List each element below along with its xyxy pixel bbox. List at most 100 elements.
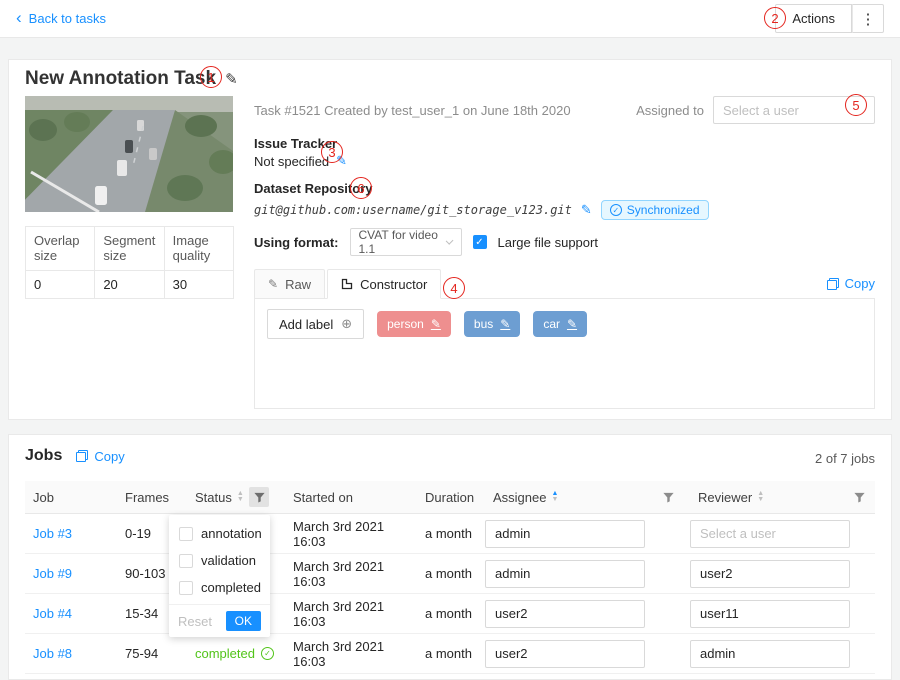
filter-option-validation[interactable]: validation bbox=[169, 547, 270, 574]
job-frames: 90-103 bbox=[125, 566, 165, 581]
task-params-table: Overlap size Segment size Image quality … bbox=[25, 226, 234, 299]
label-chip-bus[interactable]: bus ✎ bbox=[464, 311, 520, 337]
using-format-label: Using format: bbox=[254, 235, 339, 250]
edit-label-icon[interactable]: ✎ bbox=[431, 317, 441, 331]
issue-tracker-value: Not specified bbox=[254, 154, 329, 169]
reviewer-select[interactable] bbox=[690, 640, 850, 668]
job-status: completed bbox=[195, 646, 255, 661]
check-circle-icon: ✓ bbox=[610, 204, 622, 216]
repository-url[interactable]: git@github.com:username/git_storage_v123… bbox=[254, 203, 572, 217]
actions-more-button[interactable]: ⋮ bbox=[852, 4, 884, 33]
copy-jobs-link[interactable]: Copy bbox=[76, 449, 124, 464]
actions-button[interactable]: Actions bbox=[775, 4, 852, 33]
copy-labels-link[interactable]: Copy bbox=[827, 276, 875, 291]
issue-tracker-label: Issue Tracker bbox=[254, 136, 875, 151]
checkbox[interactable] bbox=[179, 527, 193, 541]
copy-jobs-label: Copy bbox=[94, 449, 124, 464]
jobs-count: 2 of 7 jobs bbox=[815, 451, 875, 466]
col-job: Job bbox=[25, 481, 117, 513]
large-file-label: Large file support bbox=[498, 235, 598, 250]
task-meta-text: Task #1521 Created by test_user_1 on Jun… bbox=[254, 103, 571, 118]
job-started: March 3rd 2021 16:03 bbox=[293, 559, 409, 589]
assigned-to-group: Assigned to bbox=[636, 96, 875, 124]
job-started: March 3rd 2021 16:03 bbox=[293, 639, 409, 669]
filter-reset-button[interactable]: Reset bbox=[178, 614, 212, 629]
col-duration: Duration bbox=[417, 481, 485, 513]
format-select-value: CVAT for video 1.1 bbox=[359, 228, 448, 256]
job-link[interactable]: Job #3 bbox=[33, 526, 72, 541]
sort-status-control[interactable]: ▲ ▼ bbox=[237, 491, 244, 503]
sort-down-icon: ▼ bbox=[551, 497, 558, 503]
label-chip-car[interactable]: car ✎ bbox=[533, 311, 587, 337]
param-value-segment: 20 bbox=[95, 271, 164, 299]
param-header-segment: Segment size bbox=[95, 227, 164, 271]
annotation-circle-2: 2 bbox=[764, 7, 786, 29]
filter-footer: Reset OK bbox=[169, 604, 270, 637]
assignee-select[interactable] bbox=[485, 520, 645, 548]
col-assignee: Assignee ▲ ▼ bbox=[485, 481, 690, 513]
sort-assignee-control[interactable]: ▲ ▼ bbox=[551, 491, 558, 503]
status-filter-dropdown: annotation validation completed Reset OK bbox=[169, 515, 270, 637]
label-name: bus bbox=[474, 317, 493, 331]
checkbox[interactable] bbox=[179, 554, 193, 568]
assignee-select[interactable] bbox=[485, 640, 645, 668]
task-preview-image bbox=[25, 96, 233, 212]
reviewer-select[interactable] bbox=[690, 560, 850, 588]
task-info-column: Task #1521 Created by test_user_1 on Jun… bbox=[254, 96, 875, 409]
sort-reviewer-control[interactable]: ▲ ▼ bbox=[757, 491, 764, 503]
table-row: Job #4 15-34 March 3rd 2021 16:03 a mont… bbox=[25, 594, 875, 634]
filter-ok-button[interactable]: OK bbox=[226, 611, 261, 631]
edit-title-icon[interactable]: ✎ bbox=[225, 70, 238, 88]
add-label-button[interactable]: Add label ⊕ bbox=[267, 309, 364, 339]
preview-art bbox=[25, 96, 233, 212]
col-reviewer: Reviewer ▲ ▼ bbox=[690, 481, 877, 513]
assignee-filter-icon[interactable] bbox=[658, 487, 678, 507]
job-link[interactable]: Job #8 bbox=[33, 646, 72, 661]
checkbox[interactable] bbox=[179, 581, 193, 595]
tab-constructor[interactable]: Constructor bbox=[327, 269, 441, 299]
table-row: Job #3 0-19 March 3rd 2021 16:03 a month bbox=[25, 514, 875, 554]
large-file-checkbox[interactable]: ✓ bbox=[473, 235, 487, 249]
dataset-repository-row: git@github.com:username/git_storage_v123… bbox=[254, 200, 875, 220]
copy-labels-label: Copy bbox=[845, 276, 875, 291]
reviewer-filter-icon[interactable] bbox=[849, 487, 869, 507]
assignee-select[interactable] bbox=[485, 600, 645, 628]
reviewer-select[interactable] bbox=[690, 600, 850, 628]
filter-option-label: completed bbox=[201, 580, 261, 595]
col-status: Status ▲ ▼ bbox=[187, 481, 285, 513]
issue-tracker-value-row: Not specified ✎ bbox=[254, 153, 875, 169]
label-name: car bbox=[543, 317, 560, 331]
tab-raw-label: Raw bbox=[285, 277, 311, 292]
table-row: Job #8 75-94 completed ✓ March 3rd 2021 … bbox=[25, 634, 875, 674]
format-row: Using format: CVAT for video 1.1 ✓ Large… bbox=[254, 228, 875, 256]
table-row: Job #9 90-103 March 3rd 2021 16:03 a mon… bbox=[25, 554, 875, 594]
assignee-select[interactable] bbox=[485, 560, 645, 588]
back-to-tasks-link[interactable]: ‹ Back to tasks bbox=[16, 11, 106, 26]
constructor-icon bbox=[341, 278, 353, 290]
job-link[interactable]: Job #4 bbox=[33, 606, 72, 621]
filter-option-label: annotation bbox=[201, 526, 262, 541]
edit-label-icon[interactable]: ✎ bbox=[500, 317, 510, 331]
annotation-circle-6: 6 bbox=[350, 177, 372, 199]
job-frames: 75-94 bbox=[125, 646, 158, 661]
label-chip-person[interactable]: person ✎ bbox=[377, 311, 451, 337]
filter-option-completed[interactable]: completed bbox=[169, 574, 270, 601]
param-header-quality: Image quality bbox=[165, 227, 234, 271]
status-check-icon: ✓ bbox=[261, 647, 274, 660]
sort-down-icon: ▼ bbox=[757, 497, 764, 503]
edit-label-icon[interactable]: ✎ bbox=[567, 317, 577, 331]
job-link[interactable]: Job #9 bbox=[33, 566, 72, 581]
annotation-circle-4: 4 bbox=[443, 277, 465, 299]
job-duration: a month bbox=[425, 526, 472, 541]
status-filter-icon[interactable] bbox=[249, 487, 269, 507]
col-frames: Frames bbox=[117, 481, 187, 513]
reviewer-select[interactable] bbox=[690, 520, 850, 548]
synchronized-badge-label: Synchronized bbox=[627, 203, 700, 217]
format-select[interactable]: CVAT for video 1.1 bbox=[350, 228, 462, 256]
labels-constructor-panel: Add label ⊕ person ✎ bus ✎ car ✎ bbox=[254, 299, 875, 409]
edit-repository-icon[interactable]: ✎ bbox=[581, 202, 592, 218]
tab-raw[interactable]: ✎ Raw bbox=[254, 269, 325, 299]
copy-icon bbox=[76, 450, 88, 462]
filter-option-annotation[interactable]: annotation bbox=[169, 520, 270, 547]
sort-down-icon: ▼ bbox=[237, 497, 244, 503]
